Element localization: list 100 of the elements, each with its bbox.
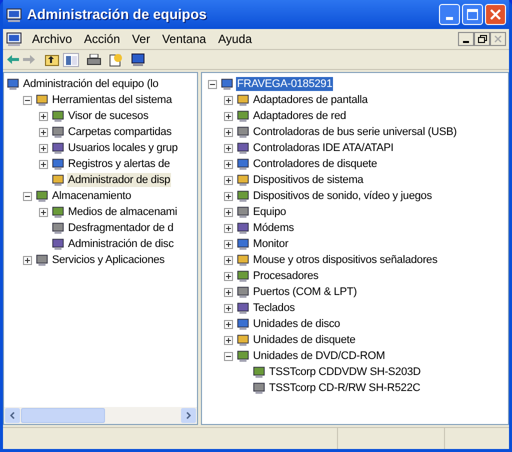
expand-icon[interactable]	[224, 176, 233, 184]
computer-icon	[236, 254, 250, 266]
tree-item[interactable]: TSSTcorp CD-R/RW SH-R522C	[268, 381, 422, 395]
computer-icon	[35, 94, 49, 106]
tree-item[interactable]: Administración del equipo (lo	[22, 77, 160, 91]
computer-icon	[236, 206, 250, 218]
computer-icon[interactable]	[131, 52, 145, 66]
tree-item[interactable]: Registros y alertas de	[67, 157, 171, 171]
computer-icon	[220, 78, 234, 90]
tree-item[interactable]: Visor de sucesos	[67, 109, 150, 123]
tree-item[interactable]: Teclados	[252, 301, 296, 315]
restore-icon	[478, 35, 486, 43]
menu-item[interactable]: Ayuda	[212, 30, 258, 48]
tree-item[interactable]: Desfragmentador de d	[67, 221, 174, 235]
tree-item[interactable]: Puertos (COM & LPT)	[252, 285, 358, 299]
tree-item[interactable]: Adaptadores de pantalla	[252, 93, 369, 107]
tree-item[interactable]: Equipo	[252, 205, 288, 219]
collapse-icon[interactable]	[23, 192, 32, 200]
expand-icon[interactable]	[224, 112, 233, 120]
tree-item[interactable]: Unidades de disco	[252, 317, 342, 331]
computer-icon	[236, 238, 250, 250]
computer-icon	[236, 174, 250, 186]
expand-icon[interactable]	[224, 224, 233, 232]
computer-icon	[51, 222, 65, 234]
tree-item[interactable]: Medios de almacenami	[67, 205, 178, 219]
scroll-thumb[interactable]	[21, 408, 105, 423]
maximize-icon	[467, 9, 478, 20]
computer-icon	[51, 158, 65, 170]
computer-icon	[51, 206, 65, 218]
close-icon	[490, 9, 501, 20]
tree-item[interactable]: Procesadores	[252, 269, 320, 283]
expand-icon[interactable]	[224, 336, 233, 344]
expand-icon[interactable]	[224, 144, 233, 152]
computer-icon	[6, 6, 22, 22]
collapse-icon[interactable]	[23, 96, 32, 104]
tree-item[interactable]: Unidades de DVD/CD-ROM	[252, 349, 386, 363]
tree-item[interactable]: Dispositivos de sistema	[252, 173, 364, 187]
tree-item[interactable]: TSSTcorp CDDVDW SH-S203D	[268, 365, 422, 379]
tree-item[interactable]: Almacenamiento	[51, 189, 132, 203]
scroll-right-button[interactable]	[181, 408, 196, 423]
expand-icon[interactable]	[39, 128, 48, 136]
computer-icon	[35, 254, 49, 266]
tree-item[interactable]: Controladores de disquete	[252, 157, 378, 171]
menu-item[interactable]: Archivo	[26, 30, 78, 48]
expand-icon[interactable]	[23, 256, 32, 264]
menu-item[interactable]: Acción	[78, 30, 126, 48]
tree-item[interactable]: Módems	[252, 221, 295, 235]
tree-item[interactable]: Unidades de disquete	[252, 333, 356, 347]
computer-icon	[51, 174, 65, 186]
tree-item[interactable]: Dispositivos de sonido, vídeo y juegos	[252, 189, 433, 203]
expand-icon[interactable]	[224, 128, 233, 136]
expand-icon[interactable]	[224, 96, 233, 104]
tree-item[interactable]: Controladoras IDE ATA/ATAPI	[252, 141, 395, 155]
window-title: Administración de equipos	[27, 5, 207, 24]
expand-icon[interactable]	[224, 304, 233, 312]
collapse-icon[interactable]	[208, 80, 217, 88]
expand-icon[interactable]	[224, 256, 233, 264]
tree-item[interactable]: Servicios y Aplicaciones	[51, 253, 166, 267]
folder-up-icon[interactable]	[45, 54, 59, 66]
menu-item[interactable]: Ventana	[156, 30, 212, 48]
expand-icon[interactable]	[224, 208, 233, 216]
expand-icon[interactable]	[39, 144, 48, 152]
expand-icon[interactable]	[224, 240, 233, 248]
tree-item[interactable]: FRAVEGA-0185291	[236, 77, 334, 91]
restore-button[interactable]	[474, 32, 490, 46]
computer-icon	[236, 318, 250, 330]
menu-item[interactable]: Ver	[126, 30, 156, 48]
tree-item[interactable]: Usuarios locales y grup	[67, 141, 179, 155]
computer-icon	[236, 222, 250, 234]
maximize-button[interactable]	[462, 4, 483, 25]
computer-icon	[236, 158, 250, 170]
tree-item[interactable]: Herramientas del sistema	[51, 93, 173, 107]
minimize-button[interactable]	[458, 32, 474, 46]
tree-item[interactable]: Adaptadores de red	[252, 109, 348, 123]
collapse-icon[interactable]	[224, 352, 233, 360]
tree-item[interactable]: Administrador de disp	[67, 173, 172, 187]
tree-item[interactable]: Monitor	[252, 237, 290, 251]
expand-icon[interactable]	[39, 208, 48, 216]
expand-icon[interactable]	[224, 192, 233, 200]
expand-icon[interactable]	[224, 288, 233, 296]
horizontal-scrollbar[interactable]	[4, 407, 197, 424]
computer-icon	[51, 126, 65, 138]
computer-icon	[236, 94, 250, 106]
computer-icon	[51, 238, 65, 250]
computer-icon	[35, 190, 49, 202]
tree-item[interactable]: Administración de disc	[67, 237, 175, 251]
computer-icon	[236, 126, 250, 138]
expand-icon[interactable]	[224, 272, 233, 280]
expand-icon[interactable]	[224, 320, 233, 328]
tree-item[interactable]: Carpetas compartidas	[67, 125, 173, 139]
computer-icon	[236, 270, 250, 282]
expand-icon[interactable]	[39, 160, 48, 168]
tree-item[interactable]: Mouse y otros dispositivos señaladores	[252, 253, 438, 267]
printer-icon[interactable]	[87, 54, 101, 66]
expand-icon[interactable]	[224, 160, 233, 168]
panel-icon[interactable]	[63, 52, 79, 66]
expand-icon[interactable]	[39, 112, 48, 120]
scroll-left-button[interactable]	[5, 408, 20, 423]
back-arrow-icon[interactable]	[7, 55, 19, 64]
tree-item[interactable]: Controladoras de bus serie universal (USB)	[252, 125, 458, 139]
